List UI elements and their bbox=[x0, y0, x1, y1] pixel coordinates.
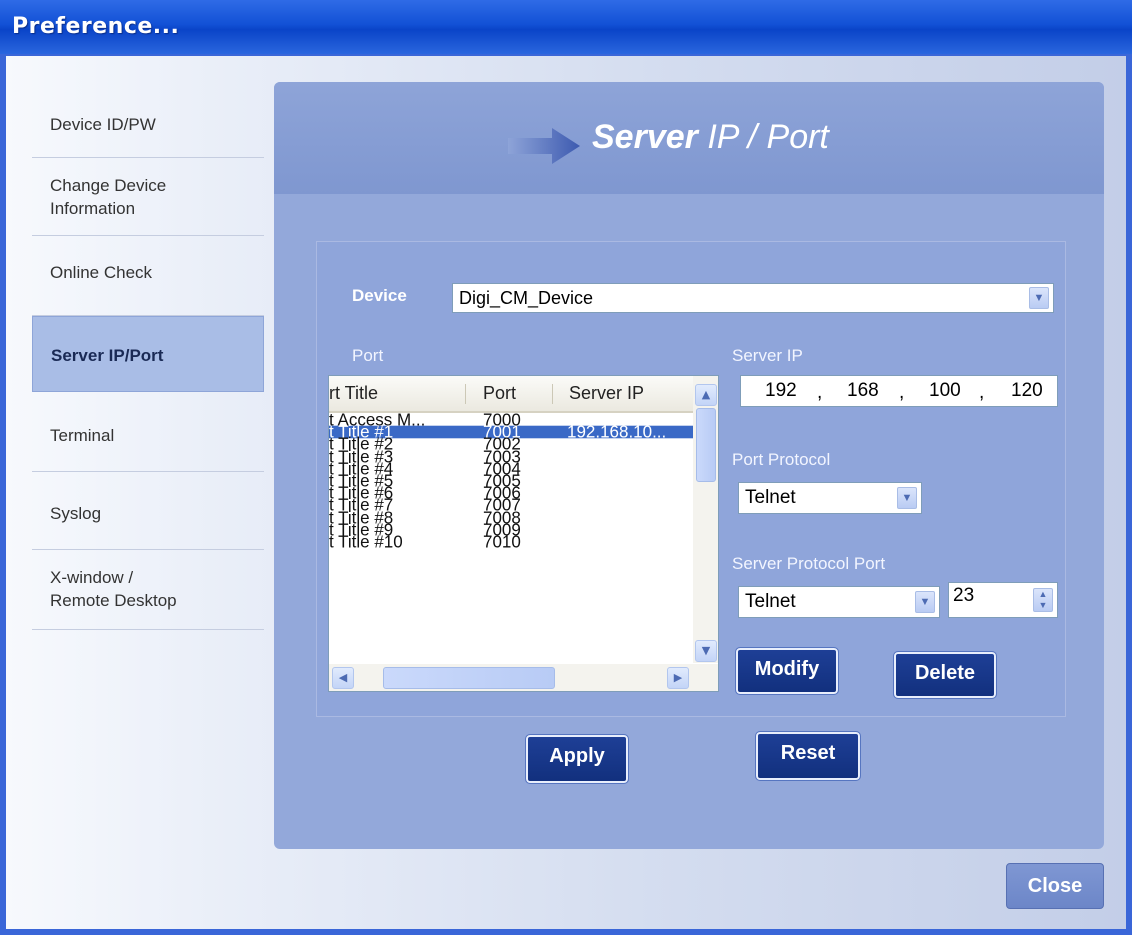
port-protocol-select[interactable]: Telnet ▼ bbox=[738, 482, 922, 514]
sidebar-item-syslog[interactable]: Syslog bbox=[32, 472, 264, 550]
sidebar-item-label: Device ID/PW bbox=[50, 115, 156, 134]
device-label: Device bbox=[352, 286, 407, 305]
sidebar-item-label: Terminal bbox=[50, 426, 115, 445]
server-protocol-value: Telnet bbox=[745, 591, 796, 612]
column-header-port[interactable]: Port bbox=[483, 383, 516, 404]
server-protocol-select[interactable]: Telnet ▼ bbox=[738, 586, 940, 618]
ip-octet-1[interactable]: 192 bbox=[765, 380, 797, 402]
sidebar-item-label: Server IP/Port bbox=[51, 346, 164, 365]
device-select-value: Digi_CM_Device bbox=[459, 288, 594, 308]
port-label: Port bbox=[352, 346, 384, 365]
scroll-thumb[interactable] bbox=[696, 408, 716, 482]
server-ip-input[interactable]: 192 , 168 , 100 , 120 bbox=[740, 375, 1058, 407]
sidebar-item-x-window-remote-desktop[interactable]: X-window / Remote Desktop bbox=[32, 550, 264, 630]
page-title-bold: Server bbox=[592, 118, 698, 156]
close-button[interactable]: Close bbox=[1006, 863, 1104, 909]
page-title-rest: IP / Port bbox=[697, 118, 829, 156]
sidebar-item-label: X-window / bbox=[50, 568, 134, 587]
sidebar-item-label: Remote Desktop bbox=[50, 591, 177, 610]
server-port-spinner[interactable]: 23 ▲ ▼ bbox=[948, 582, 1058, 618]
port-list-header: rt Title Port Server IP bbox=[329, 376, 693, 413]
ip-dot: , bbox=[979, 382, 985, 403]
ip-octet-2[interactable]: 168 bbox=[847, 380, 879, 402]
scroll-right-icon[interactable]: ▶ bbox=[667, 667, 689, 689]
sidebar-item-label: Change Device bbox=[50, 176, 167, 195]
scroll-down-icon[interactable]: ▼ bbox=[695, 640, 717, 662]
sidebar-item-device-id-pw[interactable]: Device ID/PW bbox=[32, 80, 264, 158]
sidebar-item-label: Information bbox=[50, 199, 136, 218]
title-bar[interactable]: Preference... bbox=[0, 0, 1132, 54]
sidebar-item-online-check[interactable]: Online Check bbox=[32, 236, 264, 316]
page-title: Server IP / Port bbox=[592, 118, 829, 157]
column-header-title[interactable]: rt Title bbox=[329, 383, 378, 404]
port-protocol-value: Telnet bbox=[745, 487, 796, 508]
ip-octet-4[interactable]: 120 bbox=[1011, 380, 1043, 402]
device-select[interactable]: Digi_CM_Device ▼ bbox=[452, 283, 1054, 313]
chevron-down-icon[interactable]: ▼ bbox=[915, 591, 935, 613]
row-server-ip: 192.168.10... bbox=[567, 421, 667, 442]
modify-button[interactable]: Modify bbox=[735, 647, 839, 695]
server-protocol-port-label: Server Protocol Port bbox=[732, 554, 886, 573]
reset-button[interactable]: Reset bbox=[755, 731, 861, 781]
scroll-left-icon[interactable]: ◀ bbox=[332, 667, 354, 689]
horizontal-scrollbar[interactable]: ◀ ▶ bbox=[329, 664, 693, 691]
server-port-value: 23 bbox=[953, 585, 975, 606]
sidebar-item-label: Syslog bbox=[50, 504, 102, 523]
scroll-thumb-horizontal[interactable] bbox=[383, 667, 555, 689]
ip-octet-3[interactable]: 100 bbox=[929, 380, 961, 402]
scroll-corner bbox=[693, 664, 718, 691]
row-port: 7010 bbox=[483, 531, 521, 552]
window-title: Preference... bbox=[12, 14, 180, 39]
table-row[interactable]: t Title #10 7010 bbox=[329, 531, 693, 552]
chevron-down-icon[interactable]: ▼ bbox=[897, 487, 917, 509]
sidebar-item-label: Online Check bbox=[50, 263, 153, 282]
ip-dot: , bbox=[817, 382, 823, 403]
scroll-up-icon[interactable]: ▲ bbox=[695, 384, 717, 406]
row-title: t Title #10 bbox=[329, 531, 403, 552]
sidebar-item-change-device-information[interactable]: Change Device Information bbox=[32, 158, 264, 236]
column-header-server-ip[interactable]: Server IP bbox=[569, 383, 644, 404]
port-protocol-label: Port Protocol bbox=[732, 450, 831, 469]
sidebar-item-server-ip-port[interactable]: Server IP/Port bbox=[32, 316, 264, 392]
ip-dot: , bbox=[899, 382, 905, 403]
arrow-right-icon bbox=[508, 128, 580, 164]
server-ip-label: Server IP bbox=[732, 346, 803, 365]
chevron-down-icon[interactable]: ▼ bbox=[1029, 287, 1049, 309]
port-list[interactable]: rt Title Port Server IP t Access M... 700… bbox=[328, 375, 719, 692]
vertical-scrollbar[interactable]: ▲ ▼ bbox=[693, 376, 718, 663]
apply-button[interactable]: Apply bbox=[525, 734, 629, 784]
delete-button[interactable]: Delete bbox=[893, 651, 997, 699]
sidebar-item-terminal[interactable]: Terminal bbox=[32, 392, 264, 472]
spinner-arrows-icon[interactable]: ▲ ▼ bbox=[1033, 588, 1053, 612]
